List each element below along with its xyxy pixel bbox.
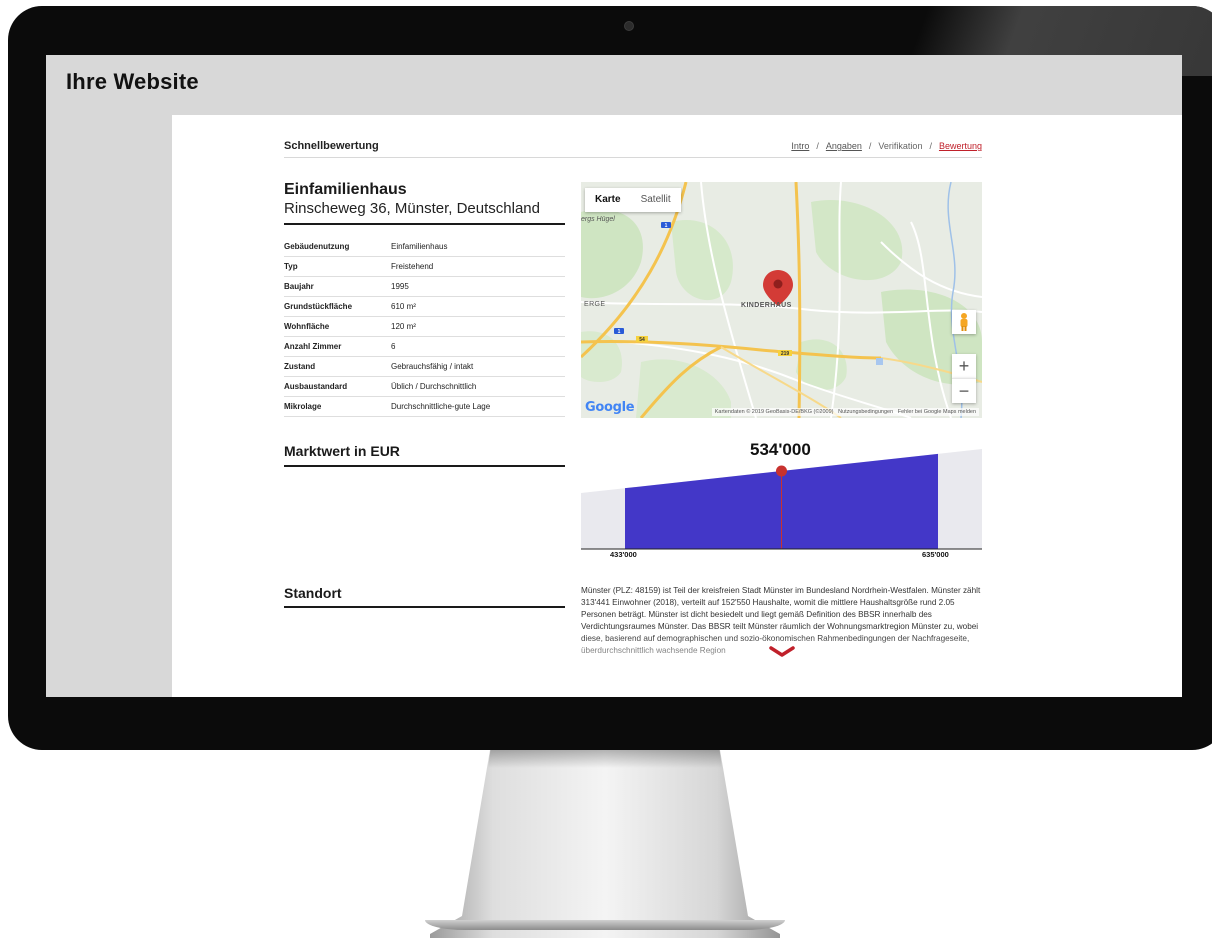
monitor-stand — [430, 738, 780, 938]
brand-title: Schnellbewertung — [284, 140, 379, 152]
table-row: Gebäudenutzung Einfamilienhaus — [284, 237, 565, 257]
fact-value: 1995 — [391, 276, 565, 297]
fact-value: Durchschnittliche-gute Lage — [391, 396, 565, 417]
fact-key: Typ — [284, 256, 391, 277]
zoom-in-button[interactable]: + — [952, 354, 976, 378]
map-data-credit: Kartendaten © 2019 GeoBasis-DE/BKG (©200… — [714, 409, 834, 415]
property-address: Rinscheweg 36, Münster, Deutschland — [284, 200, 540, 217]
svg-text:219: 219 — [781, 351, 790, 357]
table-row: Grundstückfläche 610 m² — [284, 296, 565, 317]
value-range-high: 635'000 — [922, 550, 949, 559]
table-row: Wohnfläche 120 m² — [284, 316, 565, 337]
table-row: Zustand Gebrauchsfähig / intakt — [284, 356, 565, 377]
fact-key: Baujahr — [284, 276, 391, 297]
property-facts-table: Gebäudenutzung Einfamilienhaus Typ Freiste… — [284, 237, 565, 417]
table-row: Anzahl Zimmer 6 — [284, 336, 565, 357]
fact-key: Grundstückfläche — [284, 296, 391, 317]
svg-text:54: 54 — [639, 337, 645, 343]
svg-text:1: 1 — [618, 329, 621, 335]
breadcrumb-separator: / — [929, 141, 932, 151]
fact-key: Mikrolage — [284, 396, 391, 417]
fact-value: Gebrauchsfähig / intakt — [391, 356, 565, 377]
table-row: Mikrolage Durchschnittliche-gute Lage — [284, 396, 565, 417]
fact-key: Ausbaustandard — [284, 376, 391, 397]
tab-karte[interactable]: Karte — [585, 188, 631, 212]
pegman-button[interactable] — [952, 310, 976, 334]
table-row: Typ Freistehend — [284, 256, 565, 277]
map-label-district: KINDERHAUS — [741, 302, 792, 309]
breadcrumb-bewertung[interactable]: Bewertung — [939, 141, 982, 151]
breadcrumb-separator: / — [816, 141, 819, 151]
map-type-tabs: Karte Satellit — [585, 188, 681, 212]
google-logo-text: Google — [585, 400, 635, 415]
heading-rule — [284, 223, 565, 225]
property-type-heading: Einfamilienhaus — [284, 181, 407, 198]
svg-text:1: 1 — [665, 223, 668, 229]
tab-satellit[interactable]: Satellit — [631, 188, 681, 212]
map-label-edge: ERGE — [584, 301, 606, 308]
map-terms-link[interactable]: Nutzungsbedingungen — [838, 409, 893, 415]
breadcrumb-angaben[interactable]: Angaben — [826, 141, 862, 151]
location-title: Standort — [284, 585, 342, 601]
fact-value: 6 — [391, 336, 565, 357]
chevron-down-icon[interactable] — [769, 646, 795, 658]
text-fade — [572, 635, 992, 697]
table-row: Baujahr 1995 — [284, 276, 565, 297]
map-label-corner: ergs Hügel — [581, 216, 615, 223]
map-attribution: Kartendaten © 2019 GeoBasis-DE/BKG (©200… — [711, 408, 979, 416]
google-logo: Google — [585, 400, 635, 415]
camera-icon — [624, 21, 634, 31]
monitor-screen: Ihre Website Schnellbewertung Intro / Anga… — [46, 55, 1182, 697]
map-report-link[interactable]: Fehler bei Google Maps melden — [898, 409, 976, 415]
fact-key: Anzahl Zimmer — [284, 336, 391, 357]
fact-key: Gebäudenutzung — [284, 237, 391, 257]
value-range-low: 433'000 — [610, 550, 637, 559]
fact-key: Zustand — [284, 356, 391, 377]
fact-value: Freistehend — [391, 256, 565, 277]
section-rule — [284, 606, 565, 608]
valuation-title: Marktwert in EUR — [284, 443, 400, 459]
breadcrumb: Intro / Angaben / Verifikation / Bewertung — [791, 141, 982, 151]
web-page: Schnellbewertung Intro / Angaben / Verifikat… — [172, 115, 1182, 697]
location-map[interactable]: 1 1 54 219 KINDERHAUS ERGE ergs Hügel Ka… — [581, 182, 982, 418]
map-tiles: 1 1 54 219 — [581, 182, 982, 418]
breadcrumb-verifikation: Verifikation — [878, 141, 923, 151]
section-rule — [284, 465, 565, 467]
breadcrumb-separator: / — [868, 141, 872, 151]
market-value: 534'000 — [750, 440, 811, 459]
table-row: Ausbaustandard Üblich / Durchschnittlich — [284, 376, 565, 397]
breadcrumb-intro[interactable]: Intro — [791, 141, 809, 151]
site-header: Schnellbewertung Intro / Angaben / Verifikat… — [284, 137, 982, 158]
screen-title: Ihre Website — [66, 69, 199, 94]
pegman-icon — [960, 313, 968, 331]
fact-key: Wohnfläche — [284, 316, 391, 337]
fact-value: 120 m² — [391, 316, 565, 337]
zoom-out-button[interactable]: − — [952, 378, 976, 403]
fact-value: 610 m² — [391, 296, 565, 317]
fact-value: Einfamilienhaus — [391, 237, 565, 257]
stand-base — [425, 920, 785, 930]
fact-value: Üblich / Durchschnittlich — [391, 376, 565, 397]
